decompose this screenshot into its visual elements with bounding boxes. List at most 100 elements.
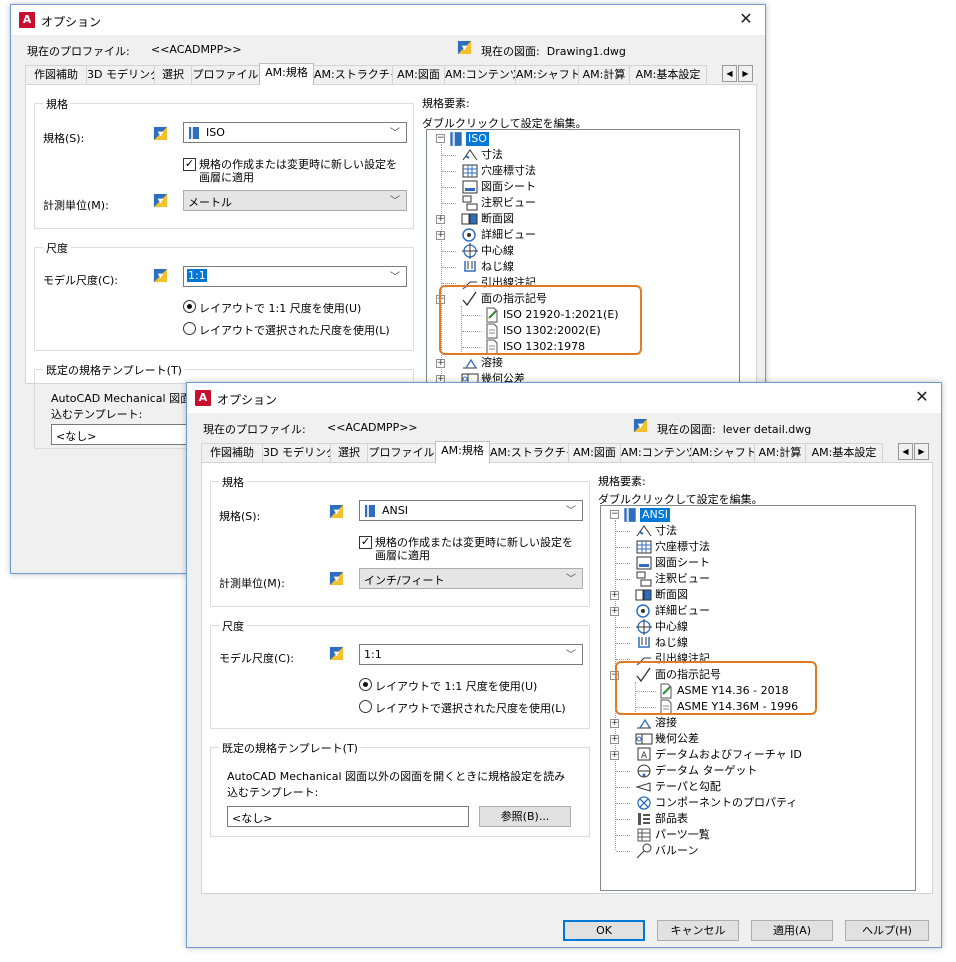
tree-expand-icon[interactable]: +	[436, 359, 445, 368]
scale-standard-icon	[329, 646, 344, 661]
grid-icon	[461, 163, 479, 179]
tab-am-shaft[interactable]: AM:シャフト	[515, 65, 579, 84]
highlight-box	[615, 661, 817, 715]
unit-label: 計測単位(M):	[219, 577, 285, 590]
standard-group-title: 規格	[43, 96, 71, 112]
scale-group-title: 尺度	[43, 240, 71, 256]
tab-3d-modeling[interactable]: 3D モデリング	[262, 443, 331, 462]
close-button[interactable]: ✕	[733, 7, 759, 33]
tree-expand-icon[interactable]: +	[610, 719, 619, 728]
book-icon	[364, 504, 376, 518]
tab-am-drawing[interactable]: AM:図面	[568, 443, 621, 462]
parts-list-icon	[635, 827, 653, 843]
unit-select-value: メートル	[188, 196, 232, 209]
radio-layout-selected[interactable]	[359, 700, 372, 713]
tab-drafting[interactable]: 作図補助	[201, 443, 263, 462]
unit-select[interactable]: メートル ﹀	[183, 190, 407, 211]
tab-3d-modeling[interactable]: 3D モデリング	[86, 65, 155, 84]
chevron-down-icon: ﹀	[390, 272, 400, 283]
unit-standard-icon	[153, 193, 168, 208]
tab-scroll-right[interactable]: ▶	[914, 443, 929, 460]
current-drawing-value: lever detail.dwg	[722, 423, 812, 436]
balloon-icon	[635, 843, 653, 859]
tree-expand-icon[interactable]: +	[610, 607, 619, 616]
tab-am-calculation[interactable]: AM:計算	[578, 65, 630, 84]
tree-expand-icon[interactable]: +	[610, 591, 619, 600]
tab-scroll-right[interactable]: ▶	[738, 65, 753, 82]
tab-am-preferences[interactable]: AM:基本設定	[805, 443, 883, 462]
title-bar[interactable]: A オプション ✕	[187, 383, 941, 413]
standard-select-value: ANSI	[382, 504, 408, 517]
unit-label: 計測単位(M):	[43, 199, 109, 212]
tree-expand-icon[interactable]: +	[436, 231, 445, 240]
apply-to-layers-checkbox[interactable]: ✓	[183, 158, 196, 171]
scale-standard-icon	[153, 268, 168, 283]
tab-selection[interactable]: 選択	[154, 65, 192, 84]
datum-target-icon	[635, 763, 653, 779]
radio-layout-selected-label: レイアウトで選択された尺度を使用(L)	[375, 702, 566, 715]
standard-group: 規格 規格(S): ANSI ﹀ ✓ 規格の作成または変更時に新しい設定を 画層に…	[210, 474, 590, 607]
apply-button[interactable]: 適用(A)	[751, 920, 833, 941]
tree-expand-icon[interactable]: +	[610, 735, 619, 744]
tab-am-standards[interactable]: AM:規格	[435, 441, 490, 463]
tree-expand-icon[interactable]: +	[610, 751, 619, 760]
detail-icon	[461, 227, 479, 243]
radio-layout-selected[interactable]	[183, 322, 196, 335]
tab-scroll-left[interactable]: ◀	[722, 65, 737, 82]
standard-select[interactable]: ISO ﹀	[183, 122, 407, 143]
template-input[interactable]: <なし>	[227, 806, 469, 827]
tab-selection[interactable]: 選択	[330, 443, 368, 462]
tab-am-content[interactable]: AM:コンテンツ	[444, 65, 516, 84]
radio-layout-1to1-label: レイアウトで 1:1 尺度を使用(U)	[375, 680, 538, 693]
window-title: オプション	[217, 393, 278, 407]
tab-am-structure[interactable]: AM:ストラクチャ	[489, 443, 569, 462]
book-icon	[447, 131, 465, 147]
radio-layout-selected-label: レイアウトで選択された尺度を使用(L)	[199, 324, 390, 337]
tab-scroll-left[interactable]: ◀	[898, 443, 913, 460]
cancel-button[interactable]: キャンセル	[657, 920, 739, 941]
datum-icon	[635, 747, 653, 763]
model-scale-select[interactable]: 1:1 ﹀	[359, 644, 583, 665]
tree-collapse-icon[interactable]: −	[610, 510, 619, 519]
sheet-icon	[461, 179, 479, 195]
radio-layout-1to1[interactable]	[183, 300, 196, 313]
apply-to-layers-checkbox[interactable]: ✓	[359, 536, 372, 549]
tab-am-content[interactable]: AM:コンテンツ	[620, 443, 692, 462]
tab-profiles[interactable]: プロファイル	[191, 65, 260, 84]
unit-select[interactable]: インチ/フィート ﹀	[359, 568, 583, 589]
centerline-icon	[461, 243, 479, 259]
dimension-icon	[461, 147, 479, 163]
radio-layout-1to1[interactable]	[359, 678, 372, 691]
template-group-title: 既定の規格テンプレート(T)	[43, 362, 185, 378]
title-bar[interactable]: A オプション ✕	[11, 5, 765, 35]
tree-expand-icon[interactable]: +	[436, 215, 445, 224]
tab-strip: 作図補助 3D モデリング 選択 プロファイル AM:規格 AM:ストラクチャ …	[201, 441, 931, 463]
close-button[interactable]: ✕	[909, 385, 935, 411]
browse-button[interactable]: 参照(B)...	[479, 806, 571, 827]
chevron-down-icon: ﹀	[390, 196, 400, 207]
template-group: 既定の規格テンプレート(T) AutoCAD Mechanical 図面以外の図…	[210, 740, 590, 837]
chevron-down-icon: ﹀	[566, 574, 576, 585]
tab-am-drawing[interactable]: AM:図面	[392, 65, 445, 84]
tree-collapse-icon[interactable]: −	[436, 134, 445, 143]
standard-label: 規格(S):	[43, 132, 85, 145]
tab-am-structure[interactable]: AM:ストラクチャ	[313, 65, 393, 84]
ok-button[interactable]: OK	[563, 920, 645, 941]
tab-am-shaft[interactable]: AM:シャフト	[691, 443, 755, 462]
tab-am-calculation[interactable]: AM:計算	[754, 443, 806, 462]
current-drawing-label: 現在の図面: Drawing1.dwg	[481, 45, 626, 58]
tab-panel: 規格 規格(S): ANSI ﹀ ✓ 規格の作成または変更時に新しい設定を 画層に…	[201, 462, 933, 894]
standard-select[interactable]: ANSI ﹀	[359, 500, 583, 521]
help-button[interactable]: ヘルプ(H)	[845, 920, 929, 941]
taper-icon	[635, 779, 653, 795]
tab-profiles[interactable]: プロファイル	[367, 443, 436, 462]
weld-icon	[461, 355, 479, 371]
tab-am-standards[interactable]: AM:規格	[259, 63, 314, 85]
tab-am-preferences[interactable]: AM:基本設定	[629, 65, 707, 84]
tab-drafting[interactable]: 作図補助	[25, 65, 87, 84]
radio-layout-1to1-label: レイアウトで 1:1 尺度を使用(U)	[199, 302, 362, 315]
chevron-down-icon: ﹀	[390, 128, 400, 139]
scale-group: 尺度 モデル尺度(C): 1:1 ﹀ レイアウトで 1:1 尺度を使用(U) レ…	[210, 618, 590, 729]
model-scale-select[interactable]: 1:1 ﹀	[183, 266, 407, 287]
profile-label: 現在のプロファイル:	[203, 423, 306, 436]
